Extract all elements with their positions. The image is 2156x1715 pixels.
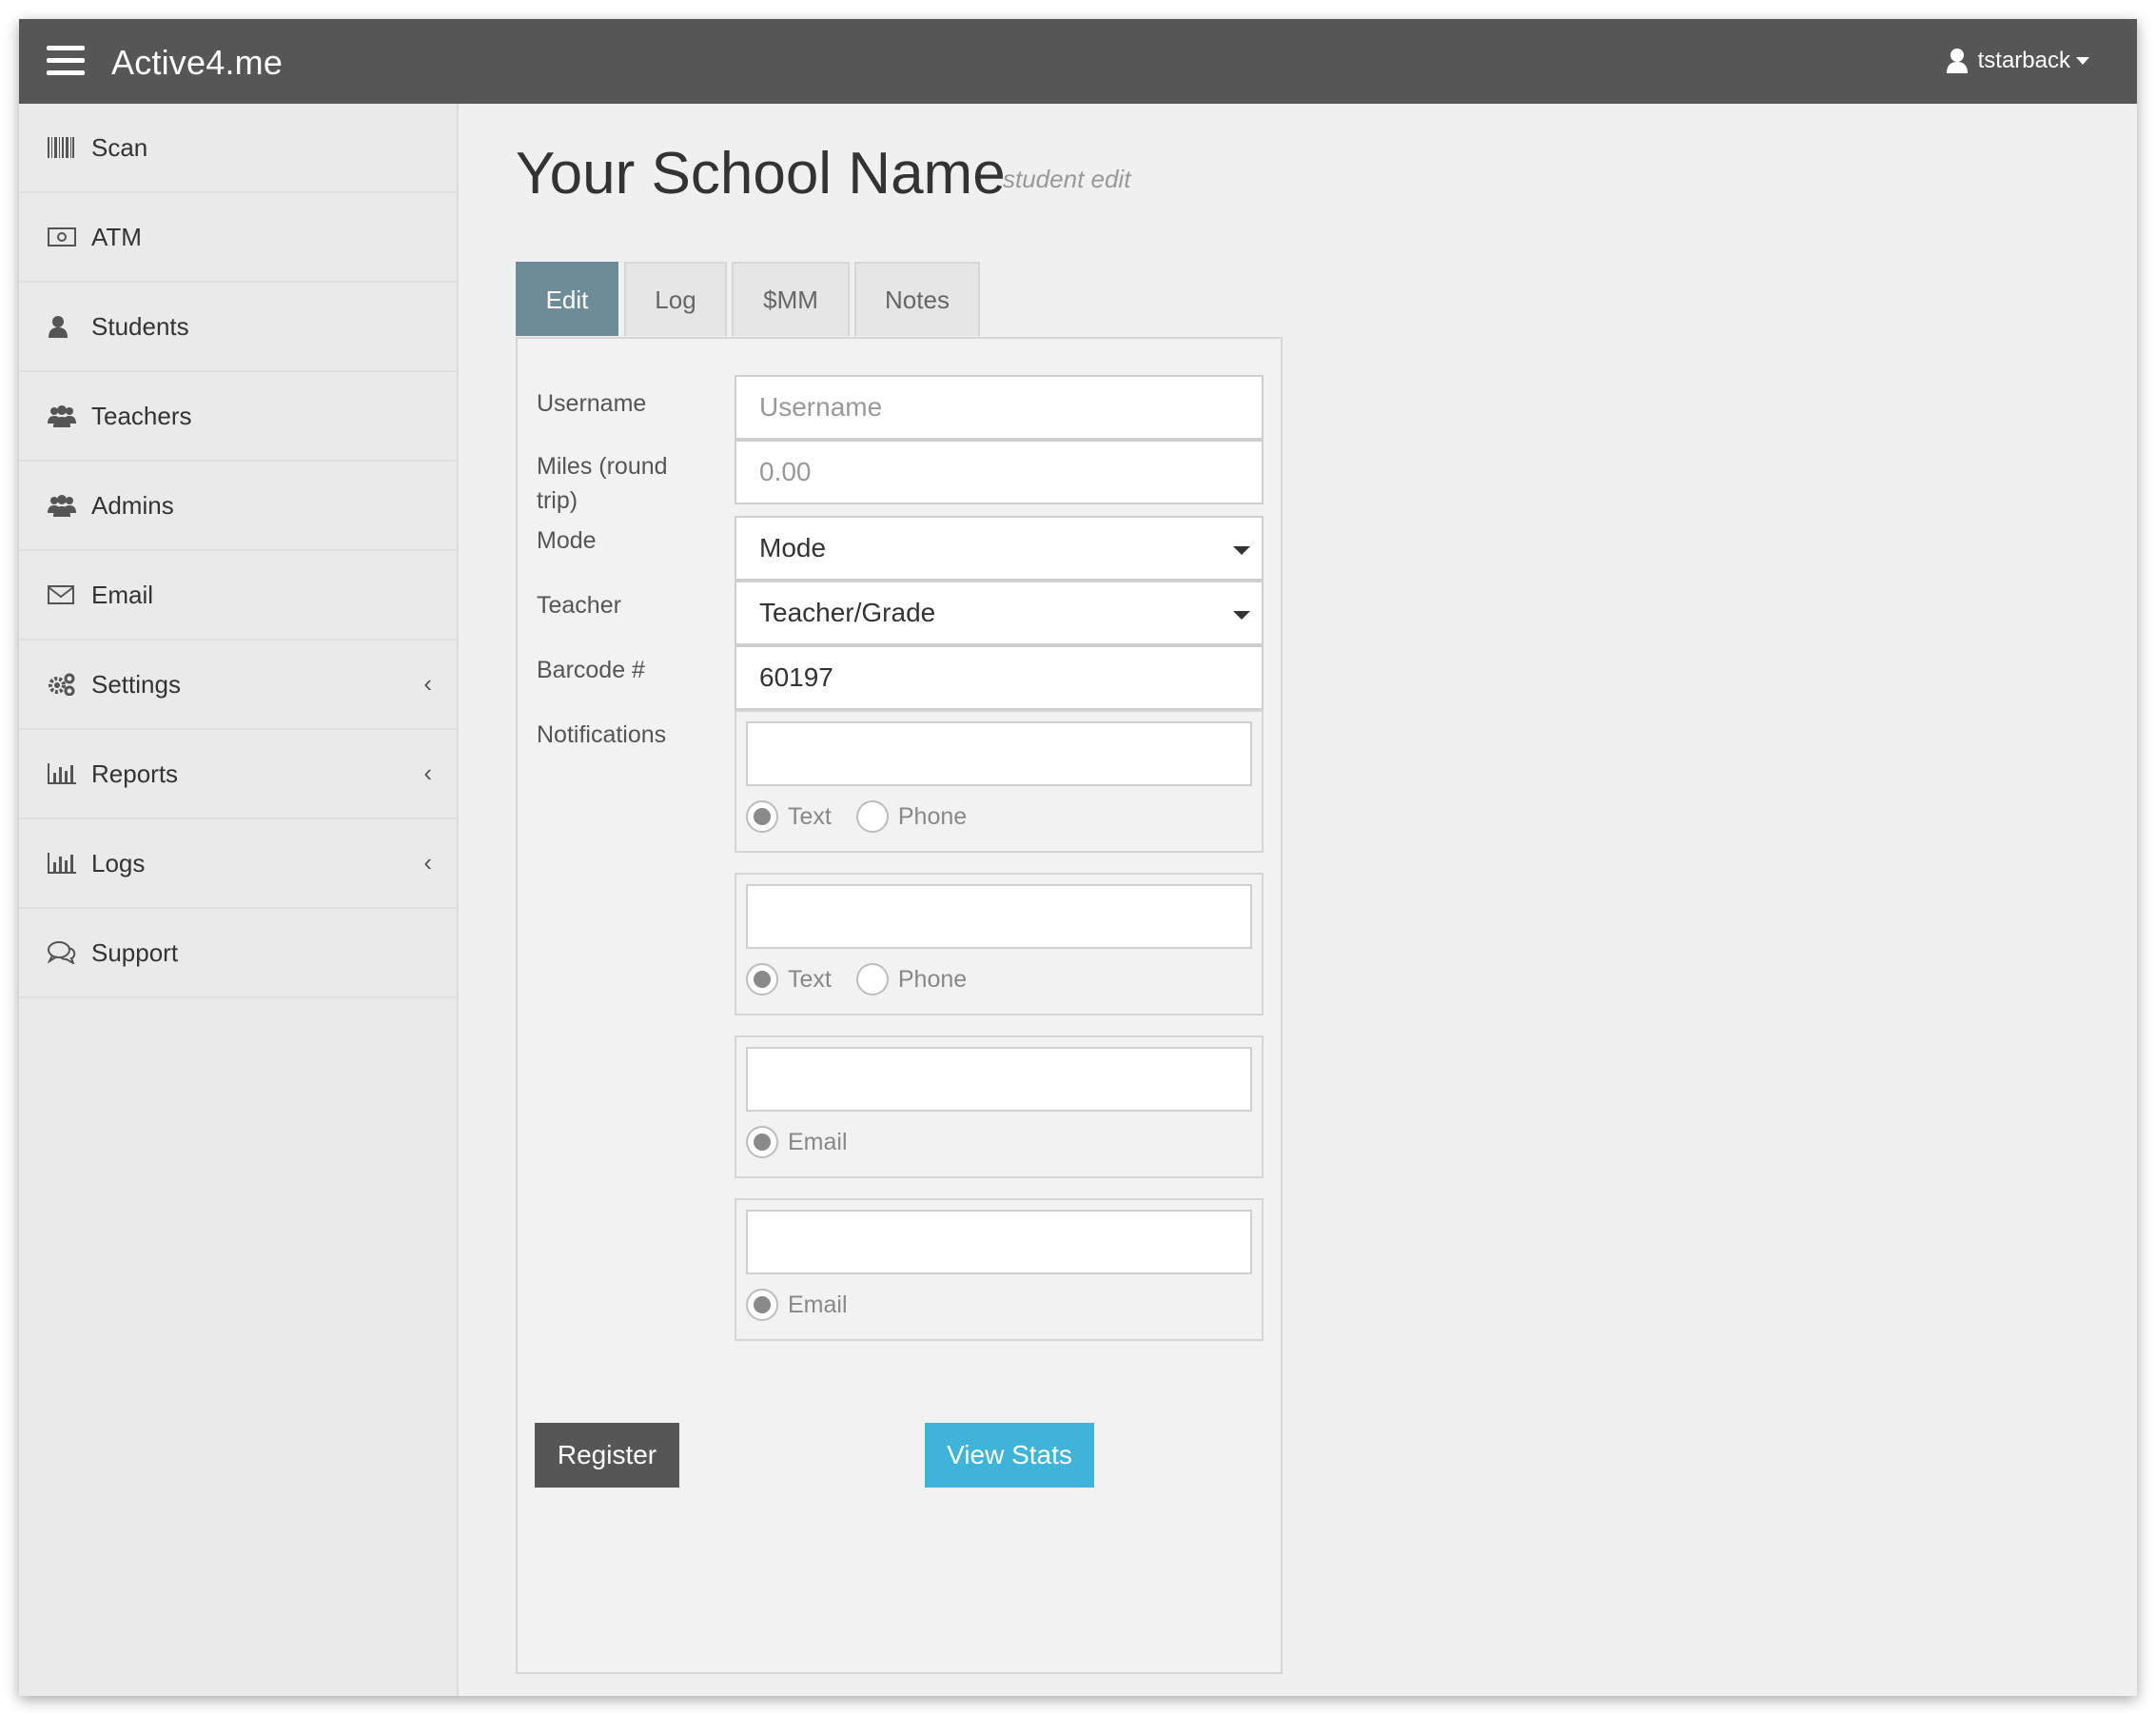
sidebar-item-label: Admins <box>91 490 174 520</box>
mode-select[interactable]: Mode <box>735 516 1264 581</box>
app-window: Active4.me tstarback Scan ATM Students T… <box>19 19 2137 1696</box>
gears-icon <box>48 671 80 698</box>
sidebar-item-support[interactable]: Support <box>19 909 457 998</box>
notification-type-radio-group: Text Phone <box>746 798 991 836</box>
money-icon <box>48 224 80 250</box>
teacher-select-value: Teacher/Grade <box>759 598 936 627</box>
username-label: tstarback <box>1977 48 2070 73</box>
mode-label: Mode <box>537 527 597 554</box>
username-label: Username <box>537 390 647 417</box>
menu-toggle-icon[interactable] <box>47 46 85 76</box>
chevron-left-icon: ‹ <box>423 759 432 787</box>
sidebar-item-teachers[interactable]: Teachers <box>19 372 457 462</box>
notification-email-input[interactable] <box>746 1210 1252 1274</box>
sidebar-item-label: Logs <box>91 848 146 877</box>
notification-email-input[interactable] <box>746 1047 1252 1112</box>
miles-input[interactable] <box>735 440 1264 504</box>
user-icon <box>48 313 80 340</box>
users-icon <box>48 492 80 519</box>
sidebar-item-reports[interactable]: Reports ‹ <box>19 730 457 819</box>
user-menu[interactable]: tstarback <box>1946 40 2089 82</box>
brand-logo[interactable]: Active4.me <box>111 43 283 83</box>
sidebar-item-label: ATM <box>91 222 142 251</box>
chevron-down-icon <box>1233 546 1250 555</box>
notification-type-radio-group: Email <box>746 1286 872 1324</box>
main-content: Your School Name student edit Edit Log $… <box>459 104 2137 1696</box>
notification-text-box: Text Phone <box>735 873 1264 1015</box>
notification-text-box: Text Phone <box>735 710 1264 853</box>
username-input[interactable] <box>735 375 1264 440</box>
envelope-icon <box>48 582 80 608</box>
sidebar-item-atm[interactable]: ATM <box>19 193 457 283</box>
sidebar-item-scan[interactable]: Scan <box>19 104 457 193</box>
notification-email-box: Email <box>735 1198 1264 1341</box>
email-radio-label: Email <box>788 1128 848 1155</box>
email-radio[interactable] <box>746 1289 778 1321</box>
page-subtitle: student edit <box>1003 165 1131 193</box>
tab-notes[interactable]: Notes <box>854 262 980 336</box>
notifications-label: Notifications <box>537 721 667 748</box>
sidebar-item-label: Settings <box>91 669 181 699</box>
notification-email-box: Email <box>735 1035 1264 1178</box>
email-radio-label: Email <box>788 1291 848 1318</box>
sidebar-item-label: Reports <box>91 759 179 788</box>
phone-radio-label: Phone <box>897 965 968 993</box>
tab-mm[interactable]: $MM <box>732 262 850 336</box>
chevron-down-icon <box>1233 611 1250 620</box>
mode-select-value: Mode <box>759 533 827 562</box>
tab-log[interactable]: Log <box>624 262 727 336</box>
sidebar: Scan ATM Students Teachers Admins Email … <box>19 104 459 1696</box>
notification-type-radio-group: Email <box>746 1123 872 1161</box>
teacher-select[interactable]: Teacher/Grade <box>735 581 1264 645</box>
teacher-label: Teacher <box>537 592 621 619</box>
notification-phone-input[interactable] <box>746 721 1252 786</box>
sidebar-item-label: Students <box>91 311 189 341</box>
miles-label: Miles (round trip) <box>537 453 668 514</box>
sidebar-item-settings[interactable]: Settings ‹ <box>19 641 457 730</box>
view-stats-button[interactable]: View Stats <box>925 1423 1094 1488</box>
bar-chart-icon <box>48 850 80 877</box>
sidebar-item-label: Teachers <box>91 401 192 430</box>
sidebar-item-logs[interactable]: Logs ‹ <box>19 819 457 909</box>
barcode-label: Barcode # <box>537 657 645 683</box>
tab-edit[interactable]: Edit <box>516 262 618 336</box>
chevron-left-icon: ‹ <box>423 669 432 698</box>
users-icon <box>48 403 80 429</box>
sidebar-item-students[interactable]: Students <box>19 283 457 372</box>
sidebar-item-label: Support <box>91 937 179 967</box>
email-radio[interactable] <box>746 1126 778 1158</box>
notification-phone-input[interactable] <box>746 884 1252 949</box>
sidebar-item-label: Email <box>91 580 154 609</box>
barcode-icon <box>48 134 80 161</box>
text-radio[interactable] <box>746 963 778 995</box>
register-button[interactable]: Register <box>535 1423 679 1488</box>
phone-radio[interactable] <box>855 963 889 995</box>
page-title: Your School Name <box>516 141 1006 207</box>
barcode-input[interactable] <box>735 645 1264 710</box>
chevron-down-icon <box>2076 57 2089 65</box>
top-navbar: Active4.me tstarback <box>19 19 2137 104</box>
sidebar-item-email[interactable]: Email <box>19 551 457 641</box>
phone-radio-label: Phone <box>897 802 968 830</box>
comments-icon <box>48 939 80 966</box>
text-radio-label: Text <box>788 802 832 830</box>
chevron-left-icon: ‹ <box>423 848 432 877</box>
text-radio-label: Text <box>788 965 832 993</box>
phone-radio[interactable] <box>855 800 889 833</box>
sidebar-item-admins[interactable]: Admins <box>19 462 457 551</box>
user-icon <box>1946 49 1968 73</box>
notification-type-radio-group: Text Phone <box>746 960 991 998</box>
text-radio[interactable] <box>746 800 778 833</box>
bar-chart-icon <box>48 760 80 787</box>
sidebar-item-label: Scan <box>91 132 148 162</box>
